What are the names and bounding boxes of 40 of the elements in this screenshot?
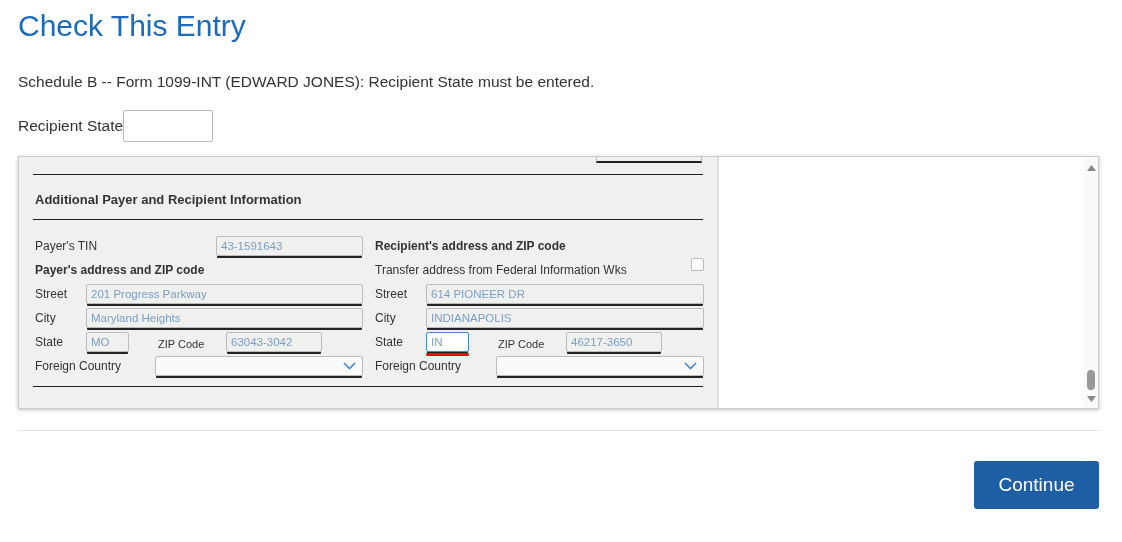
text-field[interactable]: 43-1591643 bbox=[216, 236, 363, 256]
checkbox[interactable] bbox=[691, 257, 704, 271]
field-label: Foreign Country bbox=[35, 359, 122, 373]
field-label: Street bbox=[375, 287, 408, 301]
input-field[interactable] bbox=[123, 110, 214, 142]
chevron-down-icon bbox=[343, 362, 356, 370]
text-field[interactable] bbox=[596, 157, 702, 163]
scrollbar[interactable] bbox=[1084, 157, 1098, 408]
scroll-down-icon[interactable] bbox=[1086, 396, 1096, 402]
field-label: State bbox=[35, 335, 65, 349]
field-label: City bbox=[35, 311, 57, 325]
section-heading: Recipient's address and ZIP code bbox=[375, 239, 566, 253]
zip-field[interactable]: 46217-3650 bbox=[566, 332, 662, 352]
page-title: Check This Entry bbox=[18, 8, 246, 44]
text-field[interactable]: 614 PIONEER DR bbox=[426, 284, 704, 304]
dropdown[interactable] bbox=[155, 356, 363, 376]
continue-button[interactable]: Continue bbox=[974, 461, 1099, 509]
scroll-up-icon[interactable] bbox=[1086, 165, 1096, 171]
field-label: Recipient State bbox=[18, 117, 124, 135]
field-label: ZIP Code bbox=[498, 338, 546, 350]
section-heading: Payer's address and ZIP code bbox=[35, 263, 205, 277]
field-label: City bbox=[375, 311, 397, 325]
field-label: Street bbox=[35, 287, 68, 301]
state-field[interactable]: MO bbox=[86, 332, 129, 352]
text-field[interactable]: Maryland Heights bbox=[86, 308, 363, 328]
chevron-down-icon bbox=[684, 362, 697, 370]
field-label: ZIP Code bbox=[158, 338, 206, 350]
error-underline bbox=[426, 353, 469, 356]
error-message: Schedule B -- Form 1099-INT (EDWARD JONES): Recipient State must be entered. bbox=[18, 72, 595, 92]
field-label: State bbox=[375, 335, 405, 349]
state-field[interactable]: IN bbox=[426, 332, 469, 352]
field-label: Payer's TIN bbox=[35, 239, 98, 253]
text-field[interactable]: INDIANAPOLIS bbox=[426, 308, 704, 328]
zip-field[interactable]: 63043-3042 bbox=[226, 332, 322, 352]
section-title: Additional Payer and Recipient Information bbox=[34, 191, 303, 209]
dropdown[interactable] bbox=[496, 356, 704, 376]
scrollbar-thumb[interactable] bbox=[1087, 370, 1095, 390]
text-field[interactable]: 201 Progress Parkway bbox=[86, 284, 363, 304]
field-label: Transfer address from Federal Information Wks bbox=[375, 263, 627, 277]
field-label: Foreign Country bbox=[375, 359, 462, 373]
